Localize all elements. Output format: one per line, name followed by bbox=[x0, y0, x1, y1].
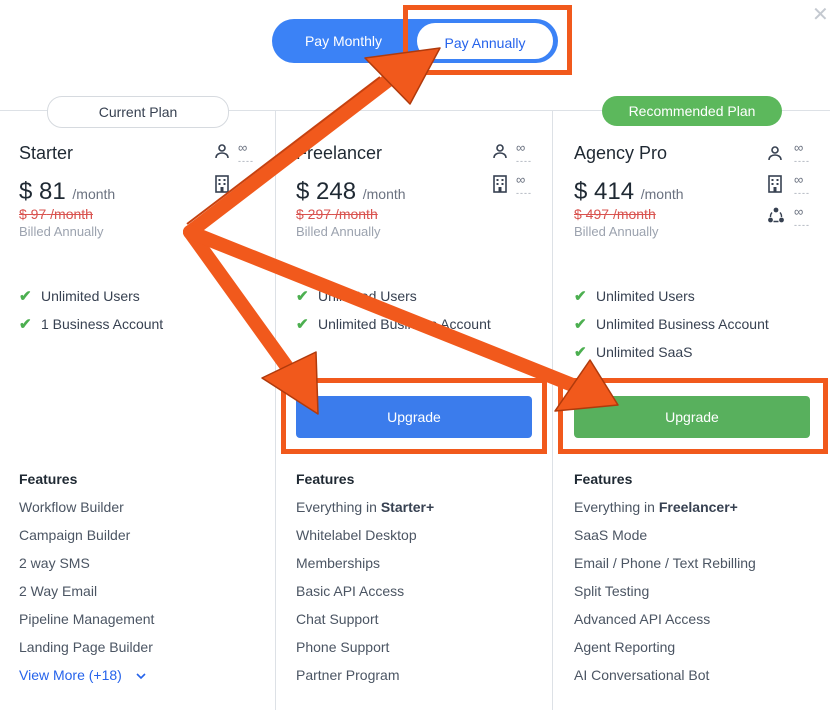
arrow-lines bbox=[183, 68, 597, 399]
arrow-outline bbox=[186, 76, 381, 225]
annotation-arrows bbox=[183, 47, 619, 415]
arrow-heads bbox=[261, 47, 619, 415]
